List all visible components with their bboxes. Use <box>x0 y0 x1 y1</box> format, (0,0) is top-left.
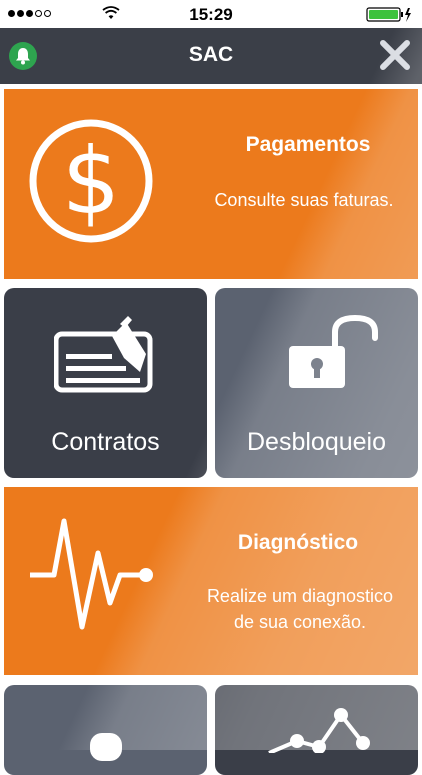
user-icon <box>90 733 122 761</box>
battery-icon <box>366 7 411 22</box>
pagamentos-description: Consulte suas faturas. <box>214 190 394 210</box>
tile-desbloqueio[interactable]: Desbloqueio <box>215 288 418 478</box>
pulse-icon <box>30 518 153 630</box>
diagnostico-description: Realize um diagnostico de sua conexão. <box>206 586 394 632</box>
unlock-icon <box>289 314 378 388</box>
tile-contratos[interactable]: Contratos <box>4 288 207 478</box>
status-time: 15:29 <box>189 5 233 24</box>
navigation-bar: SAC <box>0 28 422 84</box>
dollar-icon: $ <box>29 119 153 243</box>
diagnostico-title: Diagnóstico <box>237 531 359 554</box>
pagamentos-title: Pagamentos <box>245 133 371 156</box>
svg-text:$: $ <box>62 128 121 235</box>
tile-diagnostico[interactable]: Diagnóstico Realize um diagnostico de su… <box>4 487 418 675</box>
tile-bottom-right[interactable] <box>215 685 418 775</box>
menu-grid: $ Pagamentos Consulte suas faturas. Cont… <box>0 84 422 775</box>
page-title: SAC <box>188 43 234 66</box>
tile-bottom-left[interactable] <box>4 685 207 775</box>
network-graph-icon <box>268 708 370 753</box>
contratos-label: Contratos <box>51 428 160 456</box>
close-button[interactable] <box>378 38 412 72</box>
tile-pagamentos[interactable]: $ Pagamentos Consulte suas faturas. <box>4 89 418 279</box>
status-bar: 15:29 <box>0 0 422 28</box>
desbloqueio-label: Desbloqueio <box>247 428 386 456</box>
contract-pen-icon <box>54 316 153 393</box>
